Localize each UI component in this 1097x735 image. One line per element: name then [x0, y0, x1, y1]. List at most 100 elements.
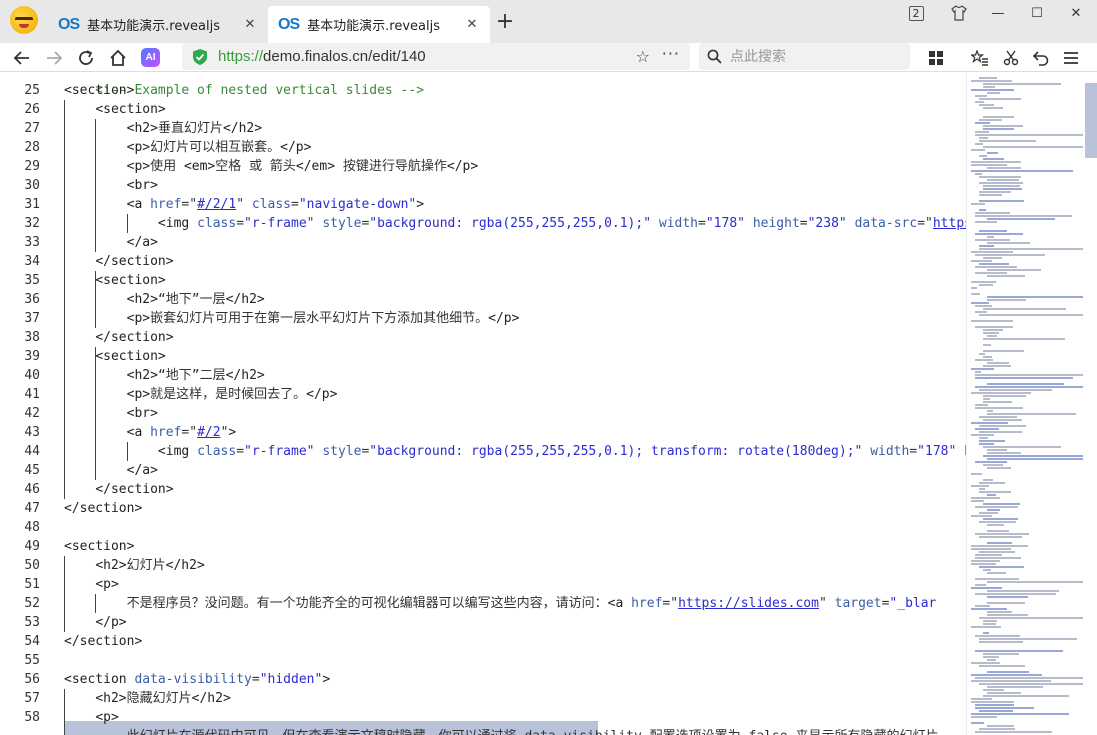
- more-options-button[interactable]: ···: [662, 44, 680, 63]
- code-line-partial: <!-- Example of nested vertical slides -…: [0, 73, 966, 98]
- minimap-line: [987, 452, 1021, 454]
- code-text: <p>使用 <em>空格 或 箭头</em> 按键进行导航操作</p>: [126, 159, 479, 174]
- minimap-line: [979, 665, 1025, 667]
- minimap-line: [983, 128, 1014, 130]
- minimap-line: [971, 251, 1013, 253]
- code-area[interactable]: <!-- Example of nested vertical slides -…: [0, 73, 966, 735]
- minimap-line: [987, 509, 1000, 511]
- minimap-line: [971, 281, 996, 283]
- tab-revealjs-1[interactable]: OS 基本功能演示.revealjs ✕: [48, 6, 268, 43]
- arrow-right-icon: [47, 51, 63, 65]
- url-protocol: https://: [218, 48, 264, 65]
- minimap-line: [987, 611, 1012, 613]
- maximize-button[interactable]: ☐: [1018, 0, 1056, 26]
- line-number: 56: [24, 672, 40, 687]
- minimap-line: [979, 263, 1009, 265]
- indent-guide: [95, 119, 96, 252]
- ai-assistant-icon[interactable]: AI: [141, 48, 160, 67]
- minimap-line: [975, 554, 1002, 556]
- minimap-line: [987, 383, 1064, 385]
- code-text: <a href="#/2/1" class="navigate-down">: [126, 197, 425, 212]
- minimap-line: [983, 479, 993, 481]
- minimap-line: [975, 461, 1007, 463]
- code-line: 31 <a href="#/2/1" class="navigate-down"…: [0, 195, 966, 214]
- user-avatar[interactable]: [10, 6, 38, 34]
- tab-count-button[interactable]: 2: [897, 0, 935, 26]
- menu-button[interactable]: [1058, 45, 1084, 71]
- minimap-line: [975, 704, 1014, 706]
- minimap-line: [987, 602, 1025, 604]
- line-number: 51: [24, 577, 40, 592]
- close-window-button[interactable]: ✕: [1057, 0, 1095, 26]
- tab-close-icon[interactable]: ✕: [464, 17, 480, 32]
- minimap-line: [979, 137, 988, 139]
- reload-button[interactable]: [73, 45, 99, 71]
- minimap-line: [987, 692, 1021, 694]
- line-number: 35: [24, 273, 40, 288]
- minimap-line: [975, 239, 1010, 241]
- minimap-line: [971, 287, 977, 289]
- bookmark-star-icon[interactable]: ☆: [636, 47, 650, 66]
- search-box[interactable]: [699, 43, 910, 70]
- minimap-line: [983, 689, 1004, 691]
- search-input[interactable]: [730, 48, 900, 65]
- code-text: <h2>隐藏幻灯片</h2>: [95, 691, 231, 706]
- back-button[interactable]: [9, 45, 35, 71]
- address-bar[interactable]: https://demo.finalos.cn/edit/140 ☆ ···: [182, 43, 690, 70]
- minimap-line: [971, 563, 996, 565]
- minimap-line: [971, 722, 984, 724]
- minimap-scrollbar[interactable]: [1085, 83, 1097, 158]
- code-line: 51 <p>: [0, 575, 966, 594]
- arrow-left-icon: [13, 51, 29, 65]
- code-line: 27 <h2>垂直幻灯片</h2>: [0, 119, 966, 138]
- minimap-line: [987, 725, 1014, 727]
- code-text: </section>: [95, 330, 174, 345]
- tab-revealjs-2[interactable]: OS 基本功能演示.revealjs ✕: [268, 6, 490, 43]
- code-text: </section>: [95, 254, 174, 269]
- minimap-line: [983, 356, 992, 358]
- undo-close-tab-button[interactable]: [1028, 45, 1054, 71]
- minimap-line: [975, 371, 981, 373]
- minimap-line: [979, 245, 994, 247]
- home-button[interactable]: [105, 45, 131, 71]
- minimap-line: [979, 314, 1083, 316]
- minimap-line: [987, 449, 1007, 451]
- minimap-line: [975, 101, 984, 103]
- line-number: 50: [24, 558, 40, 573]
- url-text: https://demo.finalos.cn/edit/140: [218, 48, 426, 65]
- minimap-line: [979, 536, 1022, 538]
- tab-close-icon[interactable]: ✕: [242, 17, 258, 32]
- code-editor[interactable]: <!-- Example of nested vertical slides -…: [0, 73, 1097, 735]
- minimap-line: [971, 161, 1021, 163]
- shirt-icon: [951, 5, 967, 21]
- screenshot-button[interactable]: [998, 45, 1024, 71]
- minimap-line: [975, 635, 1020, 637]
- minimap-line: [983, 125, 1023, 127]
- minimap-line: [987, 335, 997, 337]
- minimap-line: [983, 455, 1083, 457]
- code-text: 此幻灯片在源代码中可见，但在查看演示文稿时隐藏。你可以通过将 data-visi…: [64, 727, 939, 735]
- minimap-line: [979, 617, 1083, 619]
- minimap-line: [971, 422, 1008, 424]
- forward-button[interactable]: [41, 45, 67, 71]
- new-tab-button[interactable]: +: [494, 9, 516, 35]
- minimap-line: [975, 254, 1045, 256]
- line-number: 52: [24, 596, 40, 611]
- minimap-line: [971, 587, 1002, 589]
- secure-shield-icon: [193, 48, 207, 65]
- minimap-line: [971, 713, 1069, 715]
- minimap-line: [983, 401, 1012, 403]
- line-number: 36: [24, 292, 40, 307]
- minimap-line: [979, 491, 1011, 493]
- minimize-button[interactable]: —: [979, 0, 1017, 26]
- skin-button[interactable]: [940, 0, 978, 26]
- code-text: <a href="#/2">: [126, 425, 237, 440]
- favorites-button[interactable]: [967, 45, 993, 71]
- line-number: 57: [24, 691, 40, 706]
- minimap-line: [971, 698, 992, 700]
- minimap[interactable]: [966, 73, 1097, 735]
- minimap-line: [983, 107, 1003, 109]
- grid-icon: [929, 51, 943, 65]
- apps-grid-button[interactable]: [923, 45, 949, 71]
- minimap-line: [971, 500, 984, 502]
